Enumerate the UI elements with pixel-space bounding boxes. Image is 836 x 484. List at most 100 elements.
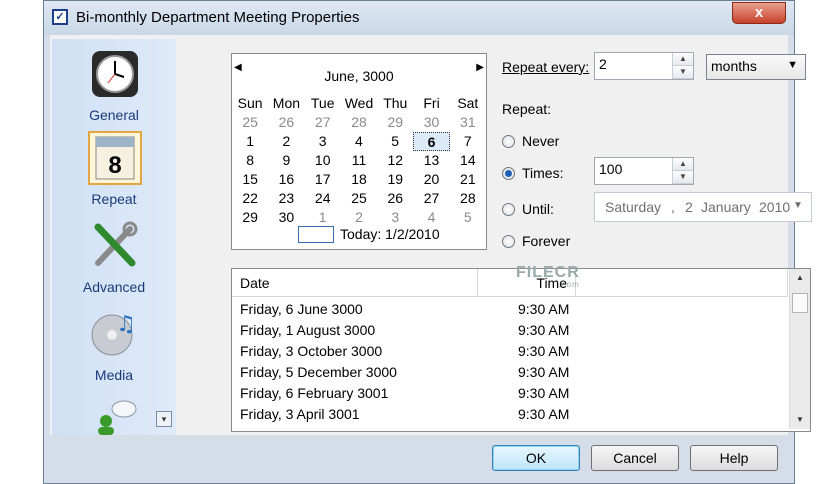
column-header-date[interactable]: Date xyxy=(232,269,478,297)
calendar-month-label[interactable]: June, 3000 xyxy=(232,68,486,84)
calendar-day[interactable]: 28 xyxy=(450,189,486,208)
times-stepper[interactable]: 100 ▲ ▼ xyxy=(594,157,694,185)
weekday-header-row: Sun Mon Tue Wed Thu Fri Sat xyxy=(232,94,486,113)
calendar-icon: 8 xyxy=(88,131,142,185)
calendar-day[interactable]: 19 xyxy=(377,170,413,189)
today-marker xyxy=(298,226,334,243)
until-year: 2010 xyxy=(759,199,791,215)
repeat-panel: ◀ ▶ June, 3000 Sun Mon Tue Wed Thu Fri S… xyxy=(176,39,812,435)
calendar-day[interactable]: 29 xyxy=(377,113,413,132)
calendar-day[interactable]: 23 xyxy=(268,189,304,208)
repeat-unit-select[interactable]: months ▼ xyxy=(706,54,806,80)
repeat-every-stepper[interactable]: 2 ▲ ▼ xyxy=(594,52,694,80)
calendar-day[interactable]: 30 xyxy=(268,208,304,227)
table-row[interactable]: Friday, 3 April 3001 9:30 AM xyxy=(232,406,788,427)
radio-forever-label[interactable]: Forever xyxy=(522,233,570,249)
calendar-day[interactable]: 27 xyxy=(413,189,449,208)
weekday-label: Mon xyxy=(272,95,301,111)
watermark-text: FILECR xyxy=(516,264,580,281)
radio-forever[interactable] xyxy=(502,235,515,248)
ok-button[interactable]: OK xyxy=(492,445,580,471)
chevron-down-icon[interactable]: ▼ xyxy=(793,200,803,211)
scroll-down-icon[interactable]: ▼ xyxy=(790,411,810,429)
repeat-every-label: Repeat every: xyxy=(502,59,590,75)
calendar-day[interactable]: 3 xyxy=(377,208,413,227)
table-row[interactable]: Friday, 6 June 3000 9:30 AM xyxy=(232,301,788,322)
more-chevron-down-icon[interactable]: ▾ xyxy=(156,411,172,427)
calendar-day[interactable]: 24 xyxy=(305,189,341,208)
calendar-day[interactable]: 25 xyxy=(341,189,377,208)
table-row[interactable]: Friday, 5 December 3000 9:30 AM xyxy=(232,364,788,385)
calendar-day[interactable]: 12 xyxy=(377,151,413,170)
table-row[interactable]: Friday, 1 August 3000 9:30 AM xyxy=(232,322,788,343)
tools-icon xyxy=(94,221,138,267)
weekday-label: Thu xyxy=(383,95,408,111)
scroll-up-icon[interactable]: ▲ xyxy=(790,269,810,287)
calendar-day[interactable]: 9 xyxy=(268,151,304,170)
row-time: 9:30 AM xyxy=(518,364,570,380)
calendar-day-selected[interactable]: 6 xyxy=(413,132,450,151)
stepper-arrows[interactable]: ▲ ▼ xyxy=(672,53,693,79)
calendar-day[interactable]: 17 xyxy=(305,170,341,189)
radio-times[interactable] xyxy=(502,167,515,180)
calendar-day[interactable]: 4 xyxy=(413,208,449,227)
repeat-every-value: 2 xyxy=(599,56,607,72)
calendar-day[interactable]: 2 xyxy=(268,132,304,151)
calendar-day[interactable]: 3 xyxy=(305,132,341,151)
calendar-day[interactable]: 14 xyxy=(450,151,486,170)
radio-never-label[interactable]: Never xyxy=(522,133,559,149)
table-row[interactable]: Friday, 3 October 3000 9:30 AM xyxy=(232,343,788,364)
calendar-day[interactable]: 13 xyxy=(413,151,449,170)
calendar-day[interactable]: 16 xyxy=(268,170,304,189)
help-button[interactable]: Help xyxy=(690,445,778,471)
title-bar[interactable]: ✓ Bi-monthly Department Meeting Properti… xyxy=(44,1,794,35)
calendar-day[interactable]: 5 xyxy=(450,208,486,227)
calendar-day[interactable]: 25 xyxy=(232,113,268,132)
row-date: Friday, 1 August 3000 xyxy=(240,322,376,338)
radio-never[interactable] xyxy=(502,135,515,148)
close-button[interactable]: x xyxy=(732,2,786,24)
repeat-unit-value: months xyxy=(711,58,757,74)
table-scrollbar[interactable]: ▲ ▼ xyxy=(789,269,810,429)
until-month: January xyxy=(701,199,751,215)
calendar-day[interactable]: 5 xyxy=(377,132,413,151)
stepper-arrows[interactable]: ▲ ▼ xyxy=(672,158,693,184)
calendar-day[interactable]: 1 xyxy=(232,132,268,151)
calendar-day[interactable]: 4 xyxy=(341,132,377,151)
table-row[interactable]: Friday, 6 February 3001 9:30 AM xyxy=(232,385,788,406)
down-arrow-icon[interactable]: ▼ xyxy=(673,66,693,79)
clock-icon xyxy=(92,51,138,97)
radio-until[interactable] xyxy=(502,203,515,216)
today-link[interactable]: Today: 1/2/2010 xyxy=(340,226,440,242)
month-calendar[interactable]: ◀ ▶ June, 3000 Sun Mon Tue Wed Thu Fri S… xyxy=(231,53,487,250)
radio-times-label[interactable]: Times: xyxy=(522,165,563,181)
calendar-day[interactable]: 15 xyxy=(232,170,268,189)
calendar-day[interactable]: 10 xyxy=(305,151,341,170)
calendar-day[interactable]: 21 xyxy=(450,170,486,189)
calendar-day[interactable]: 18 xyxy=(341,170,377,189)
radio-until-label[interactable]: Until: xyxy=(522,201,554,217)
down-arrow-icon[interactable]: ▼ xyxy=(673,171,693,184)
calendar-day[interactable]: 20 xyxy=(413,170,449,189)
calendar-day[interactable]: 27 xyxy=(305,113,341,132)
calendar-day[interactable]: 28 xyxy=(341,113,377,132)
occurrences-table[interactable]: Date Time Friday, 6 June 3000 9:30 AM Fr… xyxy=(231,268,811,432)
until-date-picker[interactable]: Saturday , 2 January 2010 ▼ xyxy=(594,192,812,222)
calendar-day[interactable]: 22 xyxy=(232,189,268,208)
calendar-day[interactable]: 30 xyxy=(413,113,449,132)
calendar-day[interactable]: 31 xyxy=(450,113,486,132)
calendar-day[interactable]: 26 xyxy=(268,113,304,132)
app-check-icon: ✓ xyxy=(52,9,68,25)
calendar-day[interactable]: 8 xyxy=(232,151,268,170)
calendar-day[interactable]: 2 xyxy=(341,208,377,227)
scroll-thumb[interactable] xyxy=(792,293,808,313)
calendar-day[interactable]: 26 xyxy=(377,189,413,208)
row-date: Friday, 5 December 3000 xyxy=(240,364,397,380)
calendar-day[interactable]: 11 xyxy=(341,151,377,170)
cancel-button[interactable]: Cancel xyxy=(591,445,679,471)
calendar-day[interactable]: 29 xyxy=(232,208,268,227)
calendar-day[interactable]: 1 xyxy=(305,208,341,227)
up-arrow-icon[interactable]: ▲ xyxy=(673,53,693,66)
up-arrow-icon[interactable]: ▲ xyxy=(673,158,693,171)
calendar-day[interactable]: 7 xyxy=(450,132,486,151)
